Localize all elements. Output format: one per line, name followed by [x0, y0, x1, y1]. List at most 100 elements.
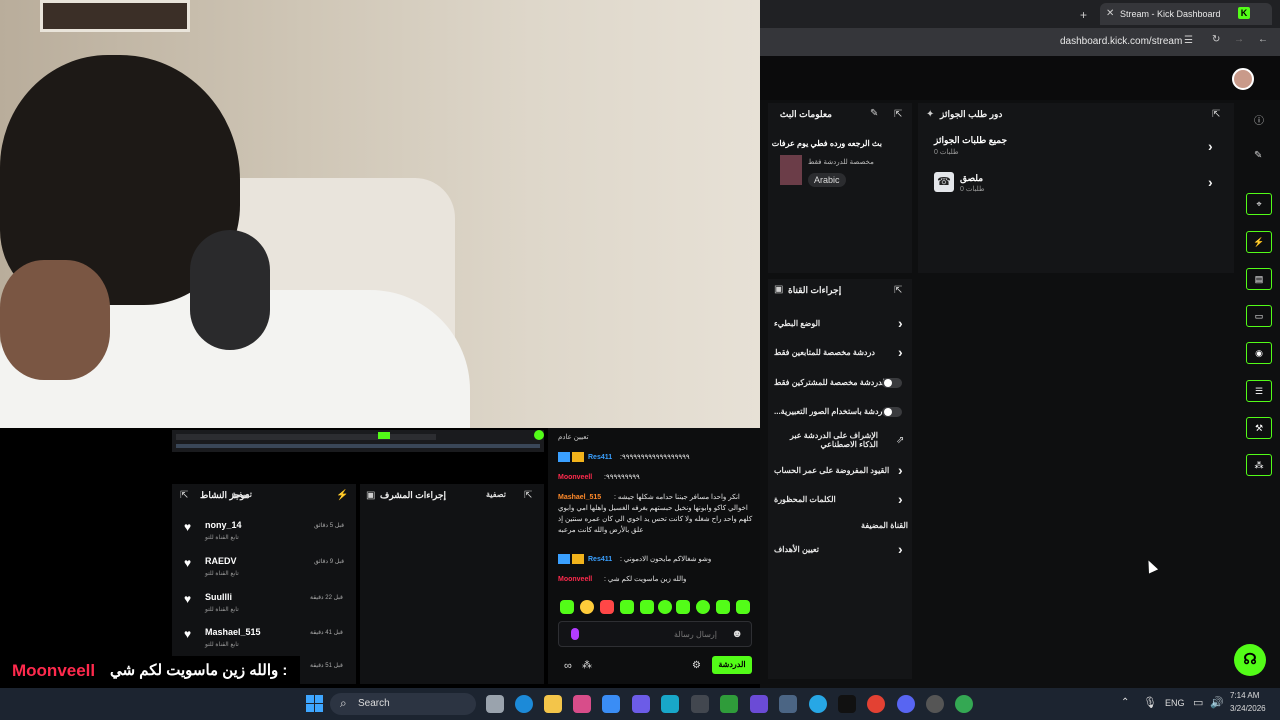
expand-icon[interactable]: ⇱ — [180, 490, 188, 501]
tiktok-icon[interactable] — [838, 695, 856, 713]
row-label: دردشة مخصصة للمتابعين فقط — [774, 348, 875, 357]
emote-icon[interactable] — [560, 600, 574, 614]
microphone-icon[interactable] — [571, 628, 579, 640]
taskbar-search[interactable]: ⌕ Search — [330, 693, 476, 715]
start-button[interactable] — [306, 695, 324, 713]
forward-icon[interactable]: → — [1234, 34, 1244, 45]
row-label: تعيين الأهداف — [774, 545, 819, 554]
file-explorer-icon[interactable] — [544, 695, 562, 713]
category-thumbnail — [780, 155, 802, 185]
app-icon[interactable] — [632, 695, 650, 713]
app-icon[interactable] — [573, 695, 591, 713]
app-icon[interactable] — [926, 695, 944, 713]
emote-icon[interactable] — [620, 600, 634, 614]
follower-name[interactable]: Mashael_515 — [205, 627, 261, 637]
wrench-icon[interactable]: ⚒ — [1246, 417, 1272, 439]
back-icon[interactable]: ← — [1258, 34, 1268, 45]
follower-sub: تابع القناة للتو — [205, 642, 239, 648]
obs-icon[interactable] — [691, 695, 709, 713]
emote-icon[interactable] — [600, 600, 614, 614]
subscribers-only-row[interactable]: الدردشة مخصصة للمشتركين فقط — [774, 374, 908, 392]
chrome-icon[interactable] — [955, 695, 973, 713]
edge-icon[interactable] — [515, 695, 533, 713]
emote-icon[interactable] — [716, 600, 730, 614]
chrome-icon[interactable] — [867, 695, 885, 713]
emote-only-row[interactable]: ...دردشة باستخدام الصور التعبيرية — [774, 403, 908, 421]
reload-icon[interactable]: ↻ — [1212, 34, 1220, 45]
expand-icon[interactable]: ⇱ — [894, 109, 902, 120]
expand-icon[interactable]: ⇱ — [894, 285, 902, 296]
chat-username[interactable]: Res411 — [588, 554, 612, 565]
chat-icon[interactable]: ▭ — [1246, 305, 1272, 327]
volume-icon[interactable]: 🔊 — [1210, 696, 1224, 709]
app-icon[interactable] — [779, 695, 797, 713]
ai-moderation-row[interactable]: الإشراف على الدردشة عبر الذكاء الاصطناعي… — [774, 429, 908, 455]
host-channel-row[interactable]: القناة المضيفة — [774, 517, 908, 535]
chat-settings-icon[interactable]: ∞ — [564, 660, 572, 672]
apps-icon[interactable]: ⁂ — [1246, 454, 1272, 476]
chat-username[interactable]: Res411 — [588, 452, 612, 463]
new-tab-icon[interactable]: + — [1080, 8, 1087, 22]
app-icon[interactable] — [720, 695, 738, 713]
microphone-icon[interactable]: 🎙 — [1143, 696, 1157, 709]
support-icon[interactable]: ☊ — [1234, 644, 1266, 676]
app-icon[interactable] — [750, 695, 768, 713]
filter-button[interactable]: تصفية — [486, 490, 506, 499]
chat-input[interactable]: إرسال رسالة ☻ — [558, 621, 752, 647]
emote-icon[interactable] — [676, 600, 690, 614]
emote-icon[interactable] — [696, 600, 710, 614]
network-icon[interactable]: ▭ — [1193, 696, 1203, 709]
site-settings-icon[interactable]: ☰ — [1184, 35, 1193, 46]
layout-icon[interactable]: ☰ — [1246, 380, 1272, 402]
info-icon[interactable]: ⓘ — [1254, 112, 1264, 127]
document-icon[interactable]: ▤ — [1246, 268, 1272, 290]
emote-only-toggle[interactable] — [882, 407, 902, 417]
chevron-right-icon: › — [1208, 174, 1213, 190]
reward-row-sticker[interactable]: ☎ ملصق 0 طلبات › — [928, 169, 1224, 197]
emote-icon[interactable] — [658, 600, 672, 614]
tab-kick-dashboard[interactable]: ✕ Stream - Kick Dashboard K — [1100, 3, 1272, 25]
user-avatar[interactable] — [1232, 68, 1254, 90]
send-chat-button[interactable]: الدردشة — [712, 656, 752, 674]
search-icon: ⌕ — [340, 696, 347, 710]
edit-icon[interactable]: ✎ — [1254, 150, 1262, 161]
app-icon[interactable] — [661, 695, 679, 713]
filter-button[interactable]: تصفية — [232, 490, 252, 499]
lightning-icon[interactable]: ⚡ — [1246, 231, 1272, 253]
expand-icon[interactable]: ⇱ — [1212, 109, 1220, 120]
chat-username[interactable]: Moonveell — [558, 574, 592, 585]
emoji-icon[interactable]: ☻ — [731, 628, 743, 640]
emote-icon[interactable] — [580, 600, 594, 614]
subscribers-only-toggle[interactable] — [882, 378, 902, 388]
followers-only-row[interactable]: دردشة مخصصة للمتابعين فقط › — [774, 344, 908, 362]
follower-name[interactable]: nony_14 — [205, 520, 242, 530]
tray-overflow-icon[interactable]: ⌃ — [1121, 697, 1129, 708]
expand-icon[interactable]: ⇱ — [524, 490, 532, 501]
follower-name[interactable]: RAEDV — [205, 556, 237, 566]
follower-name[interactable]: Suullli — [205, 592, 232, 602]
edit-icon[interactable]: ✎ — [870, 108, 878, 119]
broadcast-icon[interactable]: ◉ — [1246, 342, 1272, 364]
task-view-icon[interactable] — [486, 695, 504, 713]
account-age-row[interactable]: القيود المفروضة على عمر الحساب › — [774, 462, 908, 480]
emote-icon[interactable] — [640, 600, 654, 614]
set-goals-row[interactable]: تعيين الأهداف › — [774, 541, 908, 559]
language-indicator[interactable]: ENG — [1165, 698, 1185, 708]
url-text[interactable]: dashboard.kick.com/stream — [1060, 36, 1182, 47]
chat-tools-icon[interactable]: ⁂ — [582, 660, 592, 671]
discord-icon[interactable] — [897, 695, 915, 713]
activity-icon: ⚡ — [336, 490, 349, 501]
clock-date[interactable]: 3/24/2026 — [1230, 704, 1266, 713]
store-icon[interactable] — [602, 695, 620, 713]
clock-time[interactable]: 7:14 AM — [1230, 691, 1259, 700]
telegram-icon[interactable] — [809, 695, 827, 713]
emote-icon[interactable] — [736, 600, 750, 614]
chat-username[interactable]: Moonveell — [558, 472, 592, 483]
slow-mode-row[interactable]: الوضع البطيء › — [774, 315, 908, 333]
close-tab-icon[interactable]: ✕ — [1106, 8, 1114, 19]
chat-text: : والله زين ماسويت لكم شي — [604, 576, 687, 583]
scan-icon[interactable]: ⌖ — [1246, 193, 1272, 215]
gear-icon[interactable]: ⚙ — [692, 660, 701, 671]
reward-row-all[interactable]: جميع طلبات الجوائز 0 طلبات › — [928, 133, 1224, 161]
banned-words-row[interactable]: الكلمات المحظورة › — [774, 491, 908, 509]
